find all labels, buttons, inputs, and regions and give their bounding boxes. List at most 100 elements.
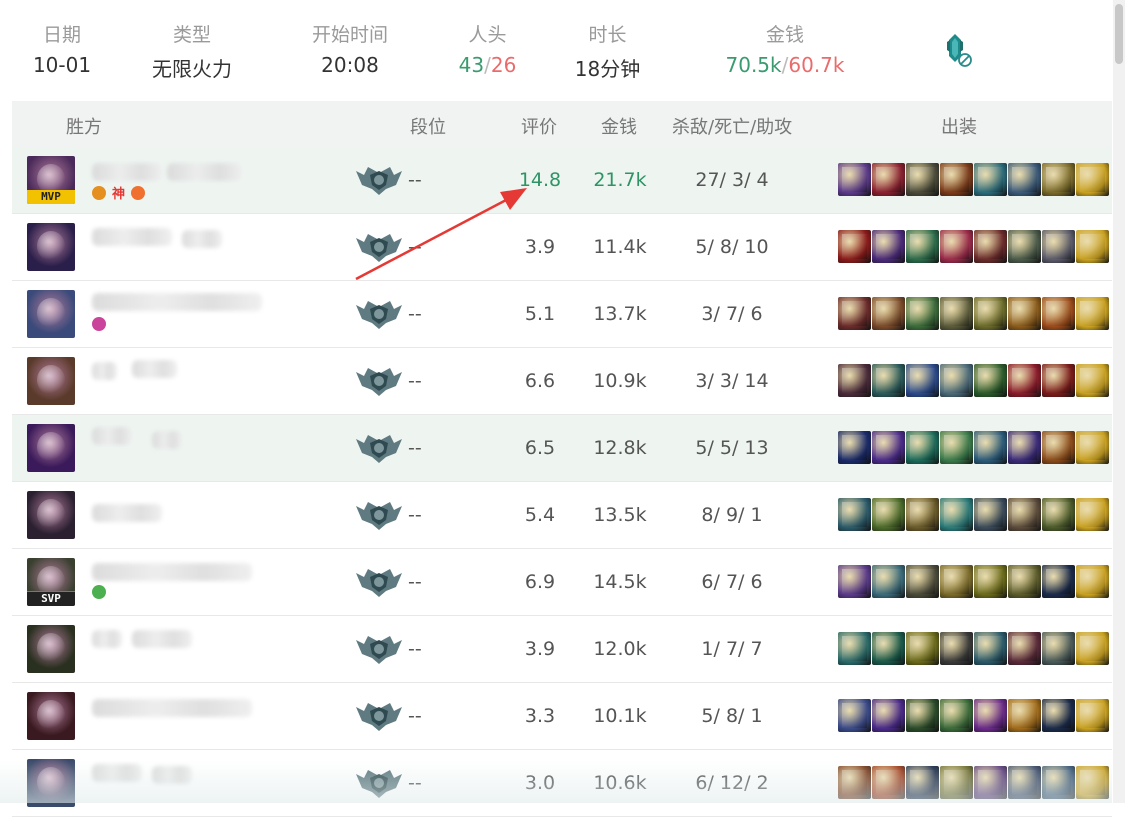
table-row[interactable]: -- 3.3 10.1k 5/ 8/ 1 xyxy=(12,683,1112,750)
table-row[interactable]: SVP -- 6.9 14.5k 6/ 7/ 6 xyxy=(12,549,1112,616)
champion-avatar[interactable] xyxy=(27,424,75,472)
table-row[interactable]: -- 3.0 10.6k 6/ 12/ 2 xyxy=(12,750,1112,817)
item-icon[interactable] xyxy=(940,163,973,196)
item-icon[interactable] xyxy=(974,297,1007,330)
item-icon[interactable] xyxy=(906,699,939,732)
scrollbar-thumb[interactable] xyxy=(1115,4,1123,64)
item-icon[interactable] xyxy=(1076,699,1109,732)
item-icon[interactable] xyxy=(906,230,939,263)
item-icon[interactable] xyxy=(906,431,939,464)
table-row[interactable]: -- 5.1 13.7k 3/ 7/ 6 xyxy=(12,281,1112,348)
item-icon[interactable] xyxy=(1042,699,1075,732)
item-icon[interactable] xyxy=(1008,699,1041,732)
item-icon[interactable] xyxy=(838,230,871,263)
ban-champion-icon[interactable] xyxy=(941,30,977,70)
item-icon[interactable] xyxy=(974,364,1007,397)
item-icon[interactable] xyxy=(1076,297,1109,330)
champion-avatar[interactable] xyxy=(27,625,75,673)
item-icon[interactable] xyxy=(940,565,973,598)
item-icon[interactable] xyxy=(906,632,939,665)
item-icon[interactable] xyxy=(1076,230,1109,263)
item-icon[interactable] xyxy=(1008,297,1041,330)
item-icon[interactable] xyxy=(1076,565,1109,598)
item-icon[interactable] xyxy=(1008,431,1041,464)
table-row[interactable]: -- 6.6 10.9k 3/ 3/ 14 xyxy=(12,348,1112,415)
item-icon[interactable] xyxy=(872,498,905,531)
item-icon[interactable] xyxy=(974,699,1007,732)
item-icon[interactable] xyxy=(1042,163,1075,196)
item-icon[interactable] xyxy=(1042,297,1075,330)
item-icon[interactable] xyxy=(940,431,973,464)
item-icon[interactable] xyxy=(872,766,905,799)
champion-avatar[interactable] xyxy=(27,357,75,405)
item-icon[interactable] xyxy=(1076,364,1109,397)
item-icon[interactable] xyxy=(1076,632,1109,665)
item-icon[interactable] xyxy=(1008,498,1041,531)
item-icon[interactable] xyxy=(974,766,1007,799)
champion-avatar[interactable]: MVP xyxy=(27,156,75,204)
item-icon[interactable] xyxy=(974,163,1007,196)
item-icon[interactable] xyxy=(1076,163,1109,196)
item-icon[interactable] xyxy=(906,297,939,330)
item-icon[interactable] xyxy=(872,699,905,732)
item-icon[interactable] xyxy=(838,431,871,464)
item-icon[interactable] xyxy=(906,498,939,531)
champion-avatar[interactable] xyxy=(27,692,75,740)
item-icon[interactable] xyxy=(838,632,871,665)
item-icon[interactable] xyxy=(872,565,905,598)
item-icon[interactable] xyxy=(1008,364,1041,397)
item-icon[interactable] xyxy=(940,498,973,531)
item-icon[interactable] xyxy=(974,498,1007,531)
item-icon[interactable] xyxy=(872,632,905,665)
table-row[interactable]: -- 3.9 11.4k 5/ 8/ 10 xyxy=(12,214,1112,281)
table-row[interactable]: -- 6.5 12.8k 5/ 5/ 13 xyxy=(12,415,1112,482)
item-icon[interactable] xyxy=(1008,565,1041,598)
item-icon[interactable] xyxy=(974,632,1007,665)
item-icon[interactable] xyxy=(906,163,939,196)
table-row[interactable]: -- 3.9 12.0k 1/ 7/ 7 xyxy=(12,616,1112,683)
item-icon[interactable] xyxy=(1042,565,1075,598)
item-icon[interactable] xyxy=(1042,364,1075,397)
item-icon[interactable] xyxy=(940,364,973,397)
item-icon[interactable] xyxy=(1008,163,1041,196)
table-row[interactable]: MVP 神 -- 14.8 21.7k 27/ 3/ 4 xyxy=(12,147,1112,214)
item-icon[interactable] xyxy=(1042,498,1075,531)
champion-avatar[interactable]: SVP xyxy=(27,558,75,606)
item-icon[interactable] xyxy=(872,364,905,397)
item-icon[interactable] xyxy=(1076,766,1109,799)
item-icon[interactable] xyxy=(974,230,1007,263)
item-icon[interactable] xyxy=(974,431,1007,464)
item-icon[interactable] xyxy=(940,766,973,799)
item-icon[interactable] xyxy=(940,632,973,665)
item-icon[interactable] xyxy=(1008,766,1041,799)
item-icon[interactable] xyxy=(1076,431,1109,464)
item-icon[interactable] xyxy=(838,163,871,196)
item-icon[interactable] xyxy=(1008,230,1041,263)
champion-avatar[interactable] xyxy=(27,491,75,539)
item-icon[interactable] xyxy=(940,699,973,732)
item-icon[interactable] xyxy=(906,565,939,598)
item-icon[interactable] xyxy=(838,297,871,330)
item-icon[interactable] xyxy=(838,364,871,397)
champion-avatar[interactable] xyxy=(27,223,75,271)
item-icon[interactable] xyxy=(1042,766,1075,799)
item-icon[interactable] xyxy=(906,766,939,799)
item-icon[interactable] xyxy=(1042,632,1075,665)
item-icon[interactable] xyxy=(872,163,905,196)
item-icon[interactable] xyxy=(1008,632,1041,665)
champion-avatar[interactable] xyxy=(27,290,75,338)
item-icon[interactable] xyxy=(872,431,905,464)
scrollbar[interactable] xyxy=(1113,0,1125,803)
item-icon[interactable] xyxy=(940,297,973,330)
item-icon[interactable] xyxy=(1076,498,1109,531)
item-icon[interactable] xyxy=(838,766,871,799)
item-icon[interactable] xyxy=(974,565,1007,598)
champion-avatar[interactable] xyxy=(27,759,75,807)
item-icon[interactable] xyxy=(838,498,871,531)
item-icon[interactable] xyxy=(940,230,973,263)
item-icon[interactable] xyxy=(872,230,905,263)
table-row[interactable]: -- 5.4 13.5k 8/ 9/ 1 xyxy=(12,482,1112,549)
item-icon[interactable] xyxy=(838,565,871,598)
item-icon[interactable] xyxy=(1042,431,1075,464)
item-icon[interactable] xyxy=(872,297,905,330)
